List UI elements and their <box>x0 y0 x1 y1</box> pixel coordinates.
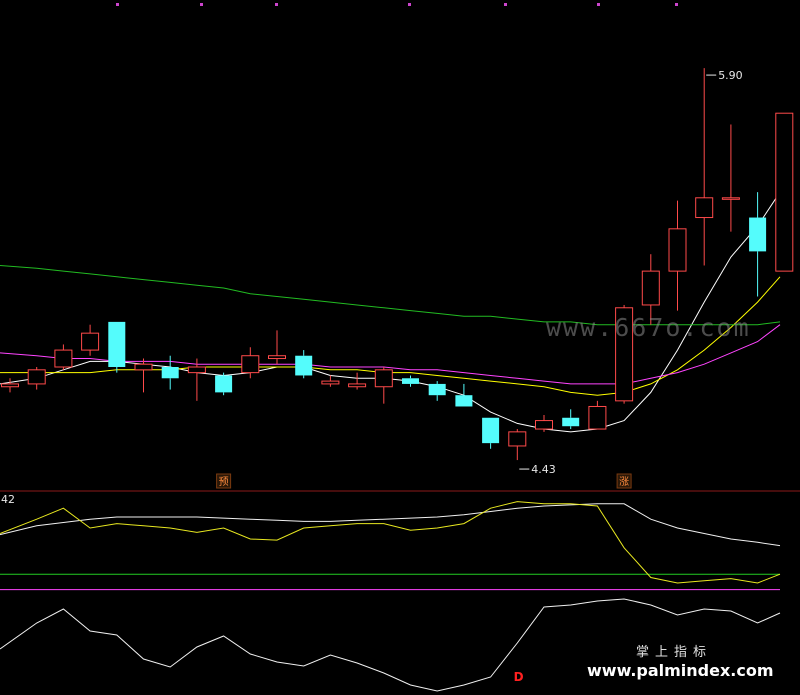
signal-label-1: 涨 <box>619 476 629 488</box>
candle-body-22 <box>588 405 607 430</box>
candle-body-9 <box>241 355 260 374</box>
candle-body-11 <box>295 355 313 376</box>
candle-body-8 <box>215 375 233 393</box>
candle-body-4 <box>108 321 126 367</box>
annotation-label-1: 4.43 <box>531 463 556 476</box>
candle-body-7 <box>187 366 206 374</box>
candle-body-14 <box>374 369 393 388</box>
candle-body-15 <box>402 378 419 384</box>
candle-body-28 <box>749 217 767 252</box>
candle-body-20 <box>535 420 553 430</box>
candle-body-5 <box>134 363 153 371</box>
candle-body-17 <box>455 395 473 407</box>
candle-body-18 <box>482 417 500 444</box>
top-dot-2 <box>275 3 278 6</box>
candle-body-25 <box>668 228 687 272</box>
candle-body-10 <box>268 355 286 360</box>
candle-body-6 <box>161 367 179 379</box>
candle-body-13 <box>348 383 367 388</box>
indicator-marker-label: D <box>514 670 524 684</box>
top-dot-6 <box>675 3 678 6</box>
candle-body-29 <box>775 112 794 272</box>
candle-body-24 <box>641 270 660 306</box>
top-dot-1 <box>200 3 203 6</box>
candle-body-26 <box>695 197 714 219</box>
candle-body-1 <box>27 369 46 385</box>
annotation-label-0: 5.90 <box>718 69 743 82</box>
candle-body-3 <box>81 332 100 351</box>
candle-body-0 <box>1 383 19 388</box>
top-dot-5 <box>597 3 600 6</box>
candle-body-16 <box>428 383 446 396</box>
watermark-url: www.667o.com <box>546 313 751 342</box>
candle-body-21 <box>562 417 580 427</box>
top-dot-3 <box>408 3 411 6</box>
candle-body-19 <box>508 431 527 447</box>
candle-body-2 <box>54 349 73 368</box>
brand-url: www.palmindex.com <box>587 661 774 680</box>
signal-label-0: 预 <box>219 476 229 488</box>
candle-body-27 <box>721 197 740 200</box>
top-dot-4 <box>504 3 507 6</box>
stock-chart: 5.90 4.43 预 涨 42 D www.667o.com 掌上指标 www.pa… <box>0 0 800 695</box>
sub-panel-label: 42 <box>1 493 15 506</box>
brand-cn: 掌上指标 <box>636 645 712 660</box>
top-dot-0 <box>116 3 119 6</box>
candle-body-12 <box>321 380 340 385</box>
